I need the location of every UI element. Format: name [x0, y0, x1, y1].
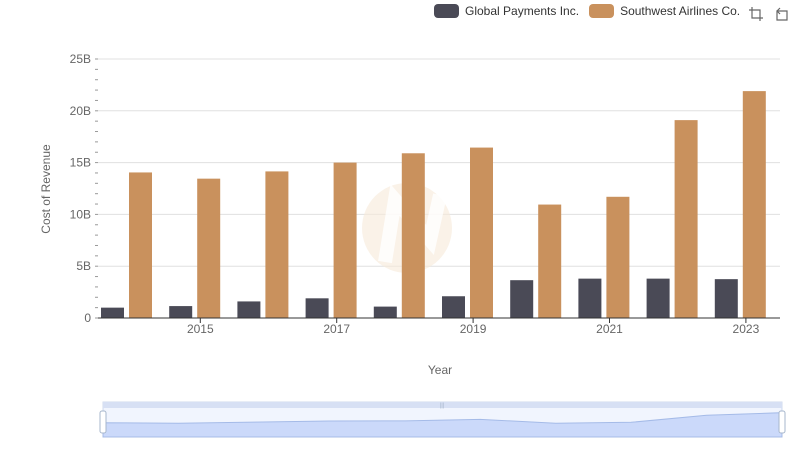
zoom-handle-left[interactable]: [99, 410, 107, 434]
x-tick-label: 2023: [733, 322, 760, 336]
y-axis-ticks: 0 5B 10B 15B 20B 25B: [70, 52, 98, 325]
legend-swatch: [589, 4, 615, 18]
zoom-selection[interactable]: [103, 408, 782, 437]
bar-southwest-2014[interactable]: [129, 172, 152, 318]
y-tick-label: 5B: [76, 259, 91, 273]
y-tick-label: 25B: [70, 52, 91, 66]
x-axis-ticks: 2015 2017 2019 2021 2023: [187, 318, 760, 336]
bar-southwest-2023[interactable]: [742, 91, 766, 318]
y-tick-label: 0: [84, 311, 91, 325]
legend-label: Southwest Airlines Co.: [620, 4, 741, 18]
bar-southwest-2019[interactable]: [470, 147, 493, 318]
zoom-handle-right[interactable]: [778, 410, 786, 434]
x-tick-label: 2021: [596, 322, 623, 336]
data-zoom-icon[interactable]: [748, 6, 764, 22]
bar-southwest-2018[interactable]: [401, 153, 425, 318]
y-tick-label: 20B: [70, 104, 91, 118]
bar-southwest-2017[interactable]: [333, 162, 357, 318]
legend-label: Global Payments Inc.: [465, 4, 580, 18]
bar-global-payments-2019[interactable]: [442, 296, 465, 318]
bar-global-payments-2023[interactable]: [714, 279, 738, 318]
bar-southwest-2021[interactable]: [606, 196, 630, 318]
zoom-reset-icon[interactable]: [774, 6, 790, 22]
chart-canvas: 0 5B 10B 15B 20B 25B 2015 2017 2019 2021 2023 Cos…: [39, 52, 786, 438]
bar-global-payments-2017[interactable]: [305, 298, 329, 318]
bar-southwest-2022[interactable]: [674, 120, 698, 319]
bar-global-payments-2018[interactable]: [373, 306, 397, 318]
bar-global-payments-2020[interactable]: [510, 280, 534, 318]
legend-item-global-payments[interactable]: Global Payments Inc.: [434, 4, 579, 18]
x-tick-label: 2017: [323, 322, 350, 336]
y-tick-label: 15B: [70, 156, 91, 170]
bar-global-payments-2016[interactable]: [237, 301, 261, 318]
bar-southwest-2016[interactable]: [265, 171, 289, 318]
legend-swatch: [434, 4, 459, 18]
x-tick-label: 2015: [187, 322, 214, 336]
bar-global-payments-2015[interactable]: [169, 306, 193, 318]
bar-global-payments-2014[interactable]: [101, 307, 124, 318]
x-tick-label: 2019: [460, 322, 487, 336]
y-tick-label: 10B: [70, 207, 91, 221]
bar-southwest-2015[interactable]: [197, 178, 221, 318]
legend-item-southwest[interactable]: Southwest Airlines Co.: [589, 4, 740, 18]
zoom-grip-icon[interactable]: |||: [440, 403, 445, 409]
bar-southwest-2020[interactable]: [538, 204, 562, 318]
bar-global-payments-2022[interactable]: [646, 278, 670, 318]
y-axis-label: Cost of Revenue: [39, 144, 53, 234]
bar-global-payments-2021[interactable]: [578, 278, 602, 318]
data-zoom-slider[interactable]: |||: [99, 401, 786, 438]
legend: Global Payments Inc. Southwest Airlines …: [434, 4, 750, 18]
x-axis-label: Year: [428, 363, 452, 377]
